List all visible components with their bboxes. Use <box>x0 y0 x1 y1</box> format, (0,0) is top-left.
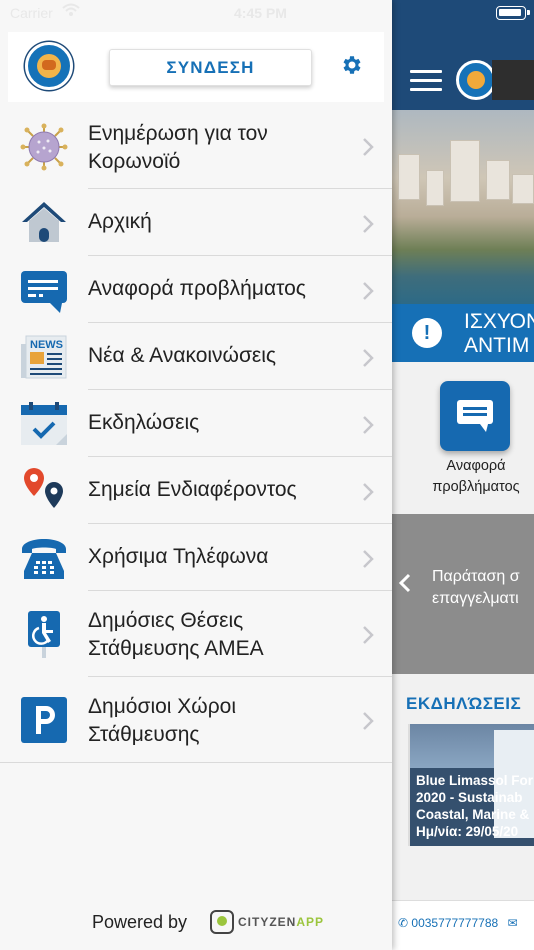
menu-item-disabled-parking[interactable]: Δημόσιες Θέσεις Στάθμευσης ΑΜΕΑ <box>0 592 392 678</box>
chevron-right-icon <box>363 626 374 644</box>
svg-text:NEWS: NEWS <box>30 339 63 351</box>
menu-item-coronavirus[interactable]: Ενημέρωση για τον Κορωνοϊό <box>0 104 392 190</box>
newspaper-icon: NEWS <box>21 335 67 379</box>
municipality-logo <box>25 42 73 90</box>
news-carousel[interactable]: Παράταση σ επαγγελματι <box>392 514 534 674</box>
quick-button-label: Αναφορά προβλήματος <box>432 458 520 495</box>
alert-banner-text: ΙΣΧΥΟΝ ΑΝΤΙΜ <box>464 310 534 357</box>
message-icon <box>21 271 67 313</box>
carrier-label: Carrier <box>10 5 53 21</box>
contact-footer: ✆ 0035777777788 ✉ <box>392 900 534 950</box>
footer-phone-link[interactable]: ✆ 0035777777788 ✉ <box>398 916 518 930</box>
municipality-logo <box>456 60 496 100</box>
battery-icon <box>496 6 530 20</box>
chevron-right-icon <box>363 712 374 730</box>
menu-item-label: Δημόσιοι Χώροι Στάθμευσης <box>88 695 236 746</box>
telephone-icon <box>22 539 66 579</box>
main-screen: ! ΙΣΧΥΟΝ ΑΝΤΙΜ Αναφορά προβλήματος Παράτ… <box>392 0 534 950</box>
accessible-parking-icon <box>28 611 60 658</box>
login-button[interactable]: ΣΥΝΔΕΣΗ <box>109 49 312 86</box>
chevron-right-icon <box>363 550 374 568</box>
menu-item-events[interactable]: Εκδηλώσεις <box>0 391 392 458</box>
events-section-title: ΕΚΔΗΛΏΣΕΙΣ <box>406 694 522 713</box>
clock-label: 4:45 PM <box>234 5 287 21</box>
event-card-text: Blue Limassol For 2020 - Sustainab Coast… <box>416 773 534 839</box>
chevron-left-icon[interactable] <box>398 572 412 594</box>
mail-icon[interactable]: ✉ <box>508 916 518 930</box>
menu-item-news[interactable]: NEWS Νέα & Ανακοινώσεις <box>0 324 392 391</box>
event-card[interactable]: Blue Limassol For 2020 - Sustainab Coast… <box>408 724 534 846</box>
menu-item-label: Νέα & Ανακοινώσεις <box>88 344 277 367</box>
chevron-right-icon <box>363 349 374 367</box>
home-icon <box>22 202 66 242</box>
hamburger-menu-icon[interactable] <box>410 70 442 92</box>
drawer-header: ΣΥΝΔΕΣΗ <box>8 32 384 102</box>
message-icon <box>457 400 493 432</box>
cityzen-logo-icon <box>210 910 234 934</box>
report-problem-quick-button[interactable] <box>440 381 510 451</box>
menu-item-label: Χρήσιμα Τηλέφωνα <box>88 545 269 568</box>
menu-item-points-of-interest[interactable]: Σημεία Ενδιαφέροντος <box>0 458 392 525</box>
hero-city-image <box>392 110 534 304</box>
navigation-drawer: Carrier 4:45 PM ΣΥΝΔΕΣΗ Ενημέρωση για το… <box>0 0 392 950</box>
app-bar-title-area <box>492 60 534 100</box>
status-bar: Carrier 4:45 PM <box>0 0 392 28</box>
menu-item-parking[interactable]: Δημόσιοι Χώροι Στάθμευσης <box>0 678 392 764</box>
parking-icon <box>21 697 67 743</box>
map-pin-icon <box>24 468 63 508</box>
cityzen-app-logo[interactable]: CITYZENAPP <box>210 910 323 936</box>
chevron-right-icon <box>363 282 374 300</box>
alert-banner[interactable]: ! ΙΣΧΥΟΝ ΑΝΤΙΜ <box>392 304 534 362</box>
chevron-right-icon <box>363 483 374 501</box>
menu-item-home[interactable]: Αρχική <box>0 190 392 257</box>
menu-item-label: Δημόσιες Θέσεις Στάθμευσης ΑΜΕΑ <box>88 609 264 660</box>
news-carousel-text: Παράταση σ επαγγελματι <box>432 568 520 607</box>
phone-icon: ✆ <box>398 916 409 930</box>
exclamation-icon: ! <box>412 318 442 348</box>
menu-item-label: Ενημέρωση για τον Κορωνοϊό <box>88 122 268 173</box>
menu-item-label: Αναφορά προβλήματος <box>88 277 306 300</box>
cityzen-app-suffix: APP <box>296 915 325 929</box>
menu-item-report-problem[interactable]: Αναφορά προβλήματος <box>0 257 392 324</box>
menu-item-label: Αρχική <box>88 210 152 233</box>
footer-phone-number: 0035777777788 <box>411 916 499 930</box>
menu-item-label: Εκδηλώσεις <box>88 411 200 434</box>
wifi-icon <box>62 3 80 16</box>
gear-icon[interactable] <box>340 53 364 77</box>
chevron-right-icon <box>363 138 374 156</box>
virus-icon <box>20 123 68 171</box>
drawer-menu: Ενημέρωση για τον Κορωνοϊό Αρχική Αναφορ… <box>0 104 392 764</box>
calendar-icon <box>21 402 67 445</box>
main-app-bar <box>392 0 534 110</box>
menu-item-useful-phones[interactable]: Χρήσιμα Τηλέφωνα <box>0 525 392 592</box>
chevron-right-icon <box>363 215 374 233</box>
menu-item-label: Σημεία Ενδιαφέροντος <box>88 478 297 501</box>
chevron-right-icon <box>363 416 374 434</box>
cityzen-brand-name: CITYZEN <box>238 915 297 929</box>
powered-by-label: Powered by <box>92 912 188 932</box>
